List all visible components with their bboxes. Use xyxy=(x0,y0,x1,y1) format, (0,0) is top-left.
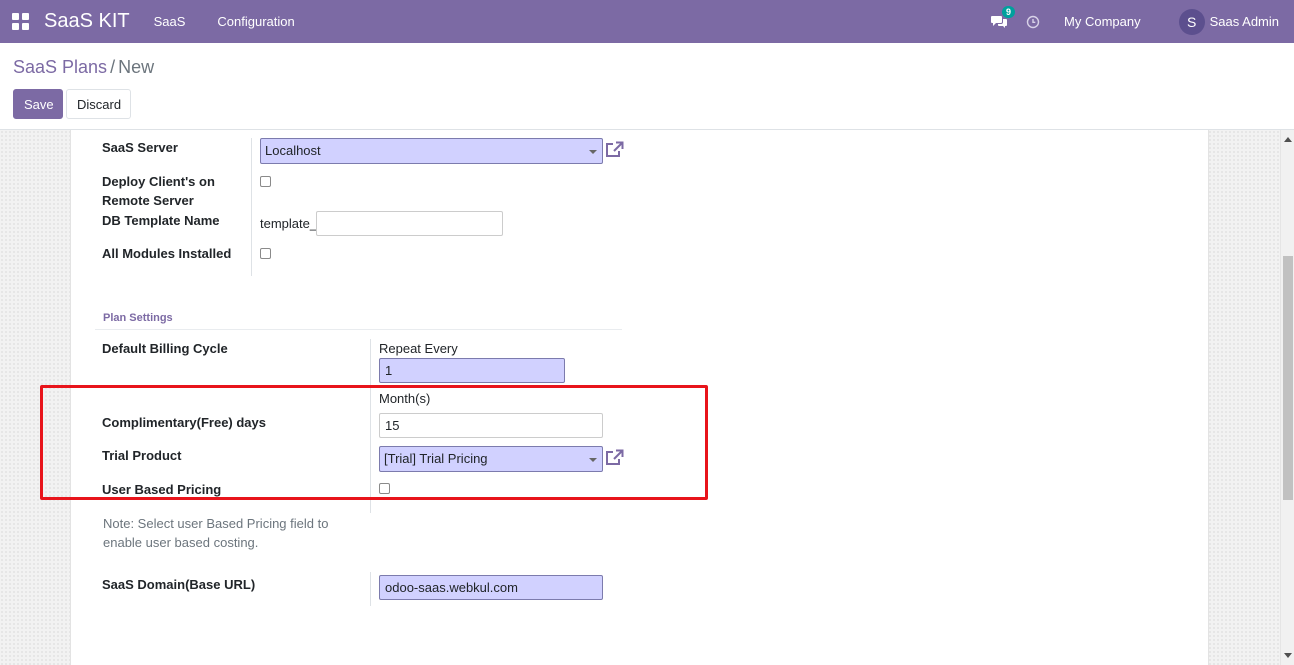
external-link-icon[interactable] xyxy=(605,141,625,159)
deploy-remote-checkbox[interactable] xyxy=(260,176,271,187)
menu-configuration[interactable]: Configuration xyxy=(217,14,294,29)
avatar: S xyxy=(1178,8,1205,35)
scrollbar[interactable] xyxy=(1280,130,1294,665)
apps-menu-icon[interactable] xyxy=(12,12,30,31)
company-switcher[interactable]: My Company xyxy=(1064,14,1141,29)
menu-saas[interactable]: SaaS xyxy=(154,14,186,29)
repeat-every-label: Repeat Every xyxy=(379,341,458,356)
billing-cycle-label: Default Billing Cycle xyxy=(102,341,228,356)
trial-product-label: Trial Product xyxy=(102,448,182,463)
db-template-label: DB Template Name xyxy=(102,213,220,228)
free-days-label: Complimentary(Free) days xyxy=(102,415,266,430)
discard-button[interactable]: Discard xyxy=(66,89,131,119)
section-divider xyxy=(95,329,622,330)
field-divider xyxy=(370,339,371,513)
chat-badge: 9 xyxy=(1002,5,1016,18)
field-divider xyxy=(370,572,371,606)
breadcrumb-saas-plans[interactable]: SaaS Plans xyxy=(13,57,107,77)
saas-server-value: Localhost xyxy=(265,143,321,158)
clock-icon[interactable] xyxy=(1026,15,1040,29)
chevron-down-icon xyxy=(589,458,597,462)
user-pricing-checkbox[interactable] xyxy=(379,483,390,494)
top-navbar: SaaS KIT SaaS Configuration 9 My Company… xyxy=(0,0,1294,43)
breadcrumb-current: New xyxy=(118,57,155,77)
saas-server-select[interactable]: Localhost xyxy=(260,138,603,164)
note-text-line1: Note: Select user Based Pricing field to xyxy=(103,516,329,531)
billing-unit-label: Month(s) xyxy=(379,391,431,406)
saas-server-label: SaaS Server xyxy=(102,140,178,155)
scroll-down-arrow-icon[interactable] xyxy=(1284,653,1292,658)
trial-product-select[interactable]: [Trial] Trial Pricing xyxy=(379,446,603,472)
db-template-prefix: template_ xyxy=(260,216,318,231)
user-pricing-label: User Based Pricing xyxy=(102,482,222,497)
user-name: Saas Admin xyxy=(1209,14,1279,29)
repeat-every-input[interactable]: 1 xyxy=(379,358,565,383)
chevron-down-icon xyxy=(589,150,597,154)
note-text-line2: enable user based costing. xyxy=(103,535,259,550)
scroll-thumb[interactable] xyxy=(1283,256,1293,500)
user-menu[interactable]: S Saas Admin xyxy=(1178,8,1279,35)
all-modules-label: All Modules Installed xyxy=(102,246,232,261)
all-modules-checkbox[interactable] xyxy=(260,248,271,259)
field-divider xyxy=(251,138,252,276)
deploy-remote-label-line1: Deploy Client's on xyxy=(102,174,215,189)
app-brand[interactable]: SaaS KIT xyxy=(44,10,130,33)
scroll-up-arrow-icon[interactable] xyxy=(1284,137,1292,142)
chat-icon[interactable]: 9 xyxy=(990,5,1016,31)
plan-settings-title: Plan Settings xyxy=(103,312,173,324)
save-button[interactable]: Save xyxy=(13,89,63,119)
external-link-icon[interactable] xyxy=(605,449,625,467)
control-panel: SaaS Plans / New Save Discard xyxy=(0,43,1294,130)
free-days-input[interactable]: 15 xyxy=(379,413,603,438)
navbar-systray: 9 My Company S Saas Admin xyxy=(990,0,1294,43)
db-template-input[interactable] xyxy=(316,211,503,236)
saas-domain-label: SaaS Domain(Base URL) xyxy=(102,577,256,592)
trial-product-value: [Trial] Trial Pricing xyxy=(384,451,488,466)
breadcrumb: SaaS Plans / New xyxy=(13,57,154,78)
deploy-remote-label-line2: Remote Server xyxy=(102,193,194,208)
saas-domain-input[interactable]: odoo-saas.webkul.com xyxy=(379,575,603,600)
breadcrumb-separator: / xyxy=(110,57,116,77)
